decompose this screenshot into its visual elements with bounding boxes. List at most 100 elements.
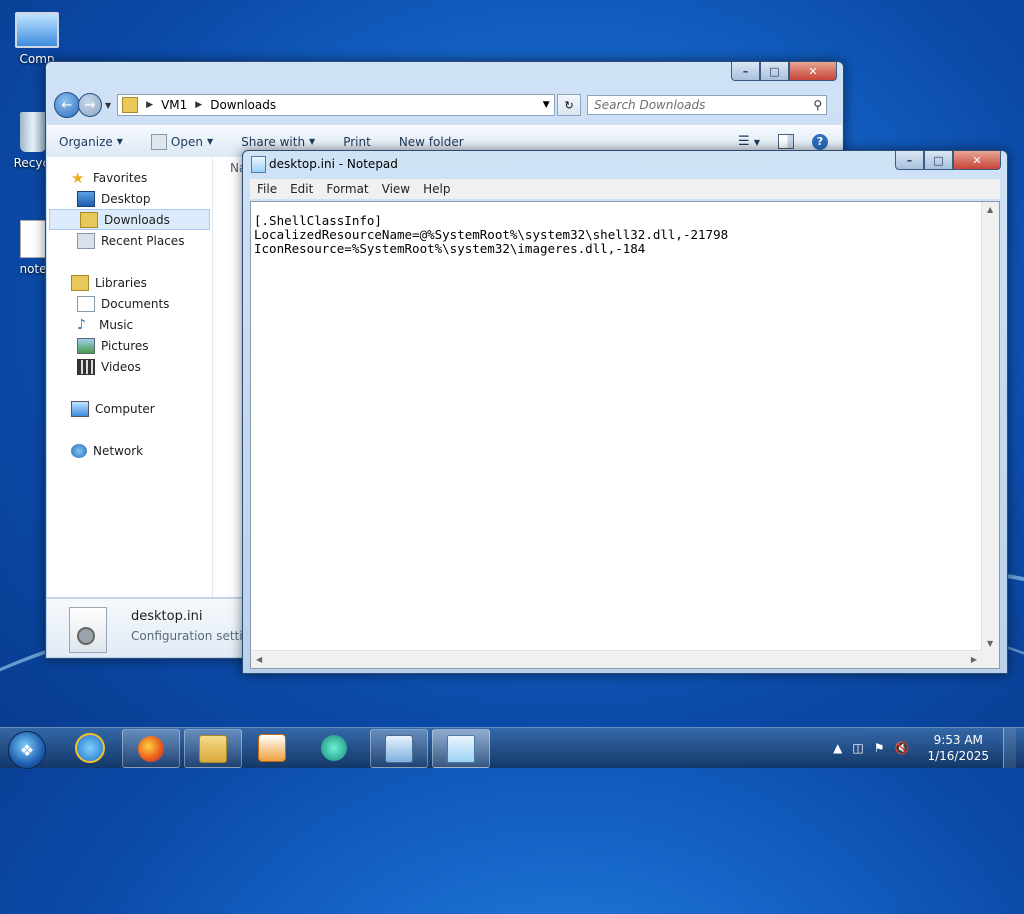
view-options-icon[interactable]: ☰ ▼: [738, 134, 760, 149]
taskbar-media-player[interactable]: [244, 729, 300, 766]
folder-icon: [122, 97, 139, 113]
flag-icon[interactable]: ⚑: [874, 741, 885, 755]
scroll-down-icon[interactable]: ▼: [987, 639, 993, 648]
organize-label: Organize: [59, 134, 113, 149]
firefox-icon: [138, 735, 164, 762]
vertical-scrollbar[interactable]: ▲ ▼: [981, 202, 999, 651]
new-folder-button[interactable]: New folder: [399, 135, 464, 149]
nav-computer[interactable]: Computer: [47, 398, 212, 419]
editor-text: [.ShellClassInfo] LocalizedResourceName=@…: [254, 214, 728, 256]
computer-icon: [71, 400, 89, 417]
taskbar-internet-explorer[interactable]: [62, 729, 118, 766]
gear-icon: [77, 627, 95, 645]
back-button[interactable]: ←: [54, 92, 80, 118]
address-dropdown-icon[interactable]: ▼: [538, 100, 554, 110]
nav-videos[interactable]: Videos: [47, 356, 212, 377]
nav-desktop[interactable]: Desktop: [47, 188, 212, 209]
breadcrumb-separator-icon: ▶: [195, 100, 203, 110]
address-bar[interactable]: ▶ VM1 ▶ Downloads ▼: [117, 94, 556, 116]
search-input[interactable]: Search Downloads ⚲: [587, 95, 828, 115]
show-hidden-icons-icon[interactable]: ▲: [833, 741, 842, 755]
minimize-button[interactable]: –: [895, 151, 924, 170]
notepad-icon: [251, 156, 266, 173]
print-label: Print: [343, 134, 371, 149]
preview-pane-icon[interactable]: [778, 134, 794, 149]
pictures-icon: [77, 337, 95, 354]
close-button[interactable]: ✕: [789, 62, 837, 81]
menu-view[interactable]: View: [382, 182, 410, 196]
taskbar-app-green[interactable]: [306, 729, 362, 766]
taskbar-firefox[interactable]: [122, 729, 180, 768]
share-with-button[interactable]: Share with ▼: [241, 135, 315, 149]
breadcrumb-separator-icon: ▶: [146, 100, 154, 110]
clock[interactable]: 9:53 AM 1/16/2025: [927, 732, 989, 764]
show-desktop-button[interactable]: [1003, 728, 1016, 768]
taskbar-control-panel[interactable]: [370, 729, 428, 768]
text-line: [.ShellClassInfo]: [254, 213, 382, 228]
print-button[interactable]: Print: [343, 135, 371, 149]
menu-format[interactable]: Format: [326, 182, 368, 196]
nav-music[interactable]: ♪ Music: [47, 314, 212, 335]
videos-icon: [77, 358, 95, 375]
taskbar-explorer[interactable]: [184, 729, 242, 768]
clock-date: 1/16/2025: [927, 749, 989, 763]
computer-icon: [15, 12, 59, 48]
nav-label: Recent Places: [101, 233, 185, 248]
explorer-caption-buttons: – □ ✕: [731, 62, 837, 81]
scroll-right-icon[interactable]: ▶: [971, 655, 977, 664]
horizontal-scrollbar[interactable]: ◀ ▶: [251, 650, 982, 668]
menu-help[interactable]: Help: [423, 182, 450, 196]
breadcrumb-downloads[interactable]: Downloads: [210, 98, 276, 112]
start-button[interactable]: ❖: [8, 731, 46, 769]
scroll-up-icon[interactable]: ▲: [987, 205, 993, 214]
open-button[interactable]: Open ▼: [150, 133, 213, 150]
navigation-bar: ← → ▼ ▶ VM1 ▶ Downloads ▼ ↻ Search Downl…: [54, 92, 835, 118]
music-icon: ♪: [77, 316, 86, 333]
nav-network[interactable]: Network: [47, 440, 212, 461]
nav-pictures[interactable]: Pictures: [47, 335, 212, 356]
desktop-icon-computer[interactable]: Comp: [2, 12, 72, 66]
nav-recent-places[interactable]: Recent Places: [47, 230, 212, 251]
details-filename: desktop.ini: [131, 609, 203, 624]
close-button[interactable]: ✕: [953, 151, 1001, 170]
search-icon: ⚲: [813, 98, 823, 112]
breadcrumb-vm1[interactable]: VM1: [161, 98, 187, 112]
text-line: LocalizedResourceName=@%SystemRoot%\syst…: [254, 227, 729, 242]
recent-places-icon: [77, 232, 95, 249]
menu-bar: File Edit Format View Help: [250, 179, 1000, 199]
open-label: Open: [170, 134, 203, 149]
refresh-button[interactable]: ↻: [557, 94, 582, 116]
control-panel-icon: [385, 734, 413, 763]
scroll-left-icon[interactable]: ◀: [256, 655, 262, 664]
details-filetype: Configuration setting: [131, 629, 258, 643]
forward-button[interactable]: →: [78, 93, 102, 117]
history-dropdown-icon[interactable]: ▼: [105, 101, 111, 110]
desktop-icon: [77, 190, 95, 207]
recycle-bin-icon: [20, 112, 46, 152]
nav-label: Libraries: [95, 275, 147, 290]
nav-documents[interactable]: Documents: [47, 293, 212, 314]
desktop-icon-label: note: [19, 262, 47, 276]
menu-file[interactable]: File: [257, 182, 277, 196]
nav-libraries[interactable]: Libraries: [47, 272, 212, 293]
organize-button[interactable]: Organize ▼: [59, 135, 123, 149]
maximize-button[interactable]: □: [924, 151, 953, 170]
menu-edit[interactable]: Edit: [290, 182, 313, 196]
text-editor[interactable]: [.ShellClassInfo] LocalizedResourceName=@…: [250, 201, 1000, 669]
help-icon[interactable]: ?: [812, 133, 828, 150]
taskbar-notepad[interactable]: [432, 729, 490, 768]
minimize-button[interactable]: –: [731, 62, 760, 81]
maximize-button[interactable]: □: [760, 62, 789, 81]
notepad-window[interactable]: desktop.ini - Notepad – □ ✕ File Edit Fo…: [242, 150, 1008, 674]
size-grip[interactable]: [982, 651, 999, 668]
nav-favorites[interactable]: ★ Favorites: [47, 167, 212, 188]
network-icon[interactable]: ◫: [852, 741, 863, 755]
window-title: desktop.ini - Notepad: [269, 157, 398, 171]
network-icon: [71, 443, 87, 458]
volume-muted-icon[interactable]: 🔇: [895, 741, 910, 755]
nav-downloads[interactable]: Downloads: [49, 209, 210, 230]
documents-icon: [77, 295, 95, 312]
downloads-folder-icon: [80, 211, 98, 228]
libraries-icon: [71, 274, 89, 291]
media-player-icon: [258, 733, 286, 762]
